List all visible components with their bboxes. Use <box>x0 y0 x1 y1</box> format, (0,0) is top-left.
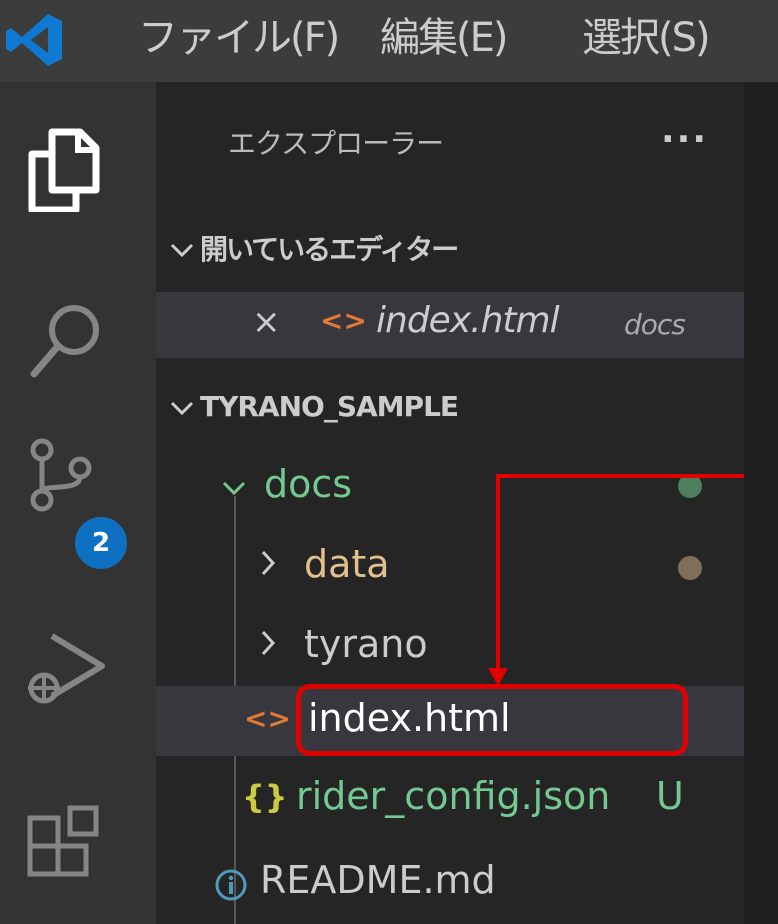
menu-file[interactable]: ファイル(F) <box>138 10 340 66</box>
menu-selection[interactable]: 選択(S) <box>582 10 711 66</box>
extensions-icon[interactable] <box>22 802 112 892</box>
activity-bar: 2 <box>0 82 156 924</box>
run-debug-icon[interactable] <box>22 622 112 712</box>
source-control-badge: 2 <box>72 514 130 572</box>
menu-edit[interactable]: 編集(E) <box>380 10 508 66</box>
source-control-icon[interactable] <box>22 434 112 524</box>
search-icon[interactable] <box>22 294 112 384</box>
annotation-arrow <box>488 474 772 686</box>
vscode-logo-icon <box>6 14 62 66</box>
title-bar: ファイル(F) 編集(E) 選択(S) <box>0 0 778 82</box>
editor-area-edge <box>744 82 778 924</box>
explorer-panel: エクスプローラー ... 開いているエディター × <> index.html … <box>156 82 778 924</box>
explorer-icon[interactable] <box>22 122 112 212</box>
